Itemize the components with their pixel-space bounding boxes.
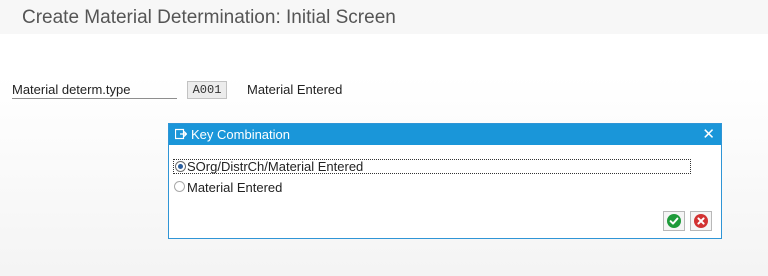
close-icon[interactable]: ✕ bbox=[702, 125, 715, 143]
material-determ-type-description: Material Entered bbox=[247, 82, 343, 97]
dialog-window-icon bbox=[175, 128, 187, 140]
page-title: Create Material Determination: Initial S… bbox=[22, 7, 396, 28]
material-determ-type-label: Material determ.type bbox=[12, 82, 131, 97]
cancel-icon bbox=[694, 214, 708, 228]
field-label-underline bbox=[12, 98, 177, 99]
material-determ-type-field[interactable]: A001 bbox=[187, 81, 227, 99]
radio-button[interactable] bbox=[174, 181, 185, 192]
option-label: SOrg/DistrCh/Material Entered bbox=[187, 159, 364, 174]
dialog-header: Key Combination ✕ bbox=[169, 124, 721, 145]
cancel-button[interactable] bbox=[690, 211, 712, 231]
dialog-title: Key Combination bbox=[191, 127, 290, 142]
radio-button-selected[interactable] bbox=[175, 161, 186, 172]
option-sorg-distrch-material[interactable]: SOrg/DistrCh/Material Entered bbox=[173, 159, 691, 174]
check-icon bbox=[667, 214, 681, 228]
key-combination-dialog: Key Combination ✕ SOrg/DistrCh/Material … bbox=[168, 123, 722, 239]
title-bar: Create Material Determination: Initial S… bbox=[0, 0, 768, 34]
ok-button[interactable] bbox=[663, 211, 685, 231]
option-label: Material Entered bbox=[187, 180, 283, 195]
